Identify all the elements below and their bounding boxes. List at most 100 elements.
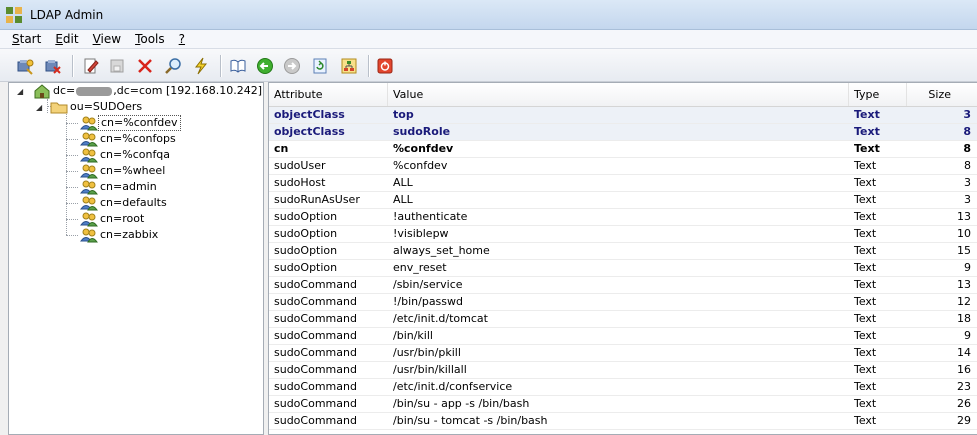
attribute-name-cell: sudoOption (274, 244, 338, 257)
back-arrow-icon[interactable] (256, 57, 274, 75)
attribute-row[interactable]: sudoCommand !/bin/passwd Text 12 (269, 294, 977, 311)
attribute-value-cell: always_set_home (393, 244, 490, 257)
attribute-size-cell: 3 (964, 176, 971, 189)
tree-entry[interactable]: cn=%confops (80, 131, 178, 147)
tree-entry[interactable]: cn=%wheel (80, 163, 167, 179)
attribute-type-cell: Text (854, 312, 877, 325)
attribute-row[interactable]: sudoCommand/bin/su - app -s /bin/bash Tex… (269, 396, 977, 413)
exit-power-icon[interactable] (376, 57, 394, 75)
attribute-row[interactable]: sudoRunAsUser ALL Text 3 (269, 192, 977, 209)
menu-start[interactable]: Start (0, 32, 48, 46)
attribute-row[interactable]: sudoCommand/usr/bin/killall Text 16 (269, 362, 977, 379)
attribute-name-cell: sudoCommand (274, 380, 357, 393)
user-group-icon (80, 147, 98, 163)
disconnect-icon[interactable] (44, 57, 62, 75)
attribute-row[interactable]: sudoCommand/bin/su - tomcat -s /bin/bash… (269, 413, 977, 430)
header-value[interactable]: Value (388, 83, 849, 106)
attribute-type-cell: Text (854, 397, 877, 410)
attribute-name-cell: sudoCommand (274, 295, 357, 308)
tree-entry[interactable]: cn=defaults (80, 195, 169, 211)
attribute-value-cell: %confdev (393, 142, 454, 155)
menu-help[interactable]: ? (172, 32, 192, 46)
attribute-row[interactable]: sudoOption !visiblepw Text 10 (269, 226, 977, 243)
attribute-size-cell: 9 (964, 261, 971, 274)
tree-node-root[interactable]: ◢ dc= ,dc=com [192.168.10.242] (17, 83, 264, 99)
menu-view[interactable]: View (86, 32, 128, 46)
attribute-value-cell: /bin/kill (393, 329, 433, 342)
attribute-name-cell: sudoCommand (274, 346, 357, 359)
user-group-icon (80, 179, 98, 195)
redacted-domain (76, 86, 113, 96)
attribute-name-cell: cn (274, 142, 289, 155)
collapse-arrow-icon[interactable]: ◢ (17, 87, 27, 96)
attribute-type-cell: Text (854, 363, 877, 376)
attribute-value-cell: top (393, 108, 414, 121)
attribute-value-cell: ALL (393, 193, 413, 206)
attribute-row[interactable]: sudoCommand/bin/kill Text 9 (269, 328, 977, 345)
search-icon[interactable] (164, 57, 182, 75)
attribute-row[interactable]: cn %confdev Text 8 (269, 141, 977, 158)
attribute-size-cell: 18 (957, 312, 971, 325)
attribute-type-cell: Text (854, 125, 880, 138)
attribute-size-cell: 13 (957, 278, 971, 291)
header-attribute[interactable]: Attribute (269, 83, 388, 106)
attribute-row[interactable]: sudoOption env_reset Text 9 (269, 260, 977, 277)
tree-entry[interactable]: cn=zabbix (80, 227, 160, 243)
tree-node-sudoers[interactable]: ◢ ou=SUDOers (36, 99, 144, 115)
folder-icon (50, 99, 68, 115)
edit-entry-icon[interactable] (82, 57, 100, 75)
attribute-value-cell: env_reset (393, 261, 447, 274)
delete-icon[interactable] (136, 57, 154, 75)
window-title: LDAP Admin (30, 7, 104, 22)
directory-tree[interactable]: ◢ dc= ,dc=com [192.168.10.242] ◢ ou=SUDOe… (8, 82, 264, 435)
menu-tools[interactable]: Tools (128, 32, 172, 46)
save-icon[interactable] (108, 57, 126, 75)
attribute-value-cell: /etc/init.d/tomcat (393, 312, 488, 325)
attribute-size-cell: 26 (957, 397, 971, 410)
tree-entry[interactable]: cn=%confdev (80, 115, 181, 131)
tree-entry[interactable]: cn=root (80, 211, 146, 227)
attribute-size-cell: 15 (957, 244, 971, 257)
attribute-size-cell: 3 (963, 108, 971, 121)
user-group-icon (80, 227, 98, 243)
tree-entry[interactable]: cn=admin (80, 179, 159, 195)
connect-icon[interactable] (16, 57, 34, 75)
collapse-arrow-icon[interactable]: ◢ (36, 103, 46, 112)
attribute-name-cell: sudoOption (274, 210, 338, 223)
lightning-icon[interactable] (192, 57, 210, 75)
attribute-size-cell: 23 (957, 380, 971, 393)
attribute-row[interactable]: objectClass top Text 3 (269, 107, 977, 124)
attribute-row[interactable]: sudoOption !authenticate Text 13 (269, 209, 977, 226)
attribute-value-cell: !visiblepw (393, 227, 449, 240)
attribute-value-cell: !authenticate (393, 210, 468, 223)
forward-arrow-icon[interactable] (283, 57, 301, 75)
menu-bar: Start Edit View Tools ? (0, 30, 977, 49)
attribute-row[interactable]: sudoUser %confdev Text 8 (269, 158, 977, 175)
attribute-row[interactable]: sudoOption always_set_home Text 15 (269, 243, 977, 260)
attribute-name-cell: sudoCommand (274, 397, 357, 410)
user-group-icon (80, 163, 98, 179)
attribute-value-cell: ALL (393, 176, 413, 189)
tree-entry[interactable]: cn=%confqa (80, 147, 172, 163)
attribute-row[interactable]: sudoCommand/sbin/service Text 13 (269, 277, 977, 294)
attribute-type-cell: Text (854, 210, 877, 223)
menu-edit[interactable]: Edit (48, 32, 85, 46)
toolbar (0, 49, 977, 82)
header-type[interactable]: Type (849, 83, 907, 106)
attribute-name-cell: sudoOption (274, 261, 338, 274)
attribute-row[interactable]: sudoCommand/usr/bin/pkill Text 14 (269, 345, 977, 362)
attribute-size-cell: 8 (963, 142, 971, 155)
header-size[interactable]: Size (907, 83, 977, 106)
attribute-name-cell: sudoCommand (274, 278, 357, 291)
attribute-row[interactable]: sudoCommand/etc/init.d/tomcat Text 18 (269, 311, 977, 328)
refresh-icon[interactable] (311, 57, 329, 75)
attribute-name-cell: objectClass (274, 108, 345, 121)
attribute-type-cell: Text (854, 261, 877, 274)
root-server-icon (33, 83, 51, 99)
attribute-row[interactable]: sudoCommand/etc/init.d/confservice Text 23 (269, 379, 977, 396)
attribute-row[interactable]: sudoHost ALL Text 3 (269, 175, 977, 192)
schema-book-icon[interactable] (229, 57, 247, 75)
tree-view-icon[interactable] (340, 57, 358, 75)
attribute-row[interactable]: objectClass sudoRole Text 8 (269, 124, 977, 141)
attribute-grid[interactable]: Attribute Value Type Size objectClass top… (268, 82, 977, 435)
